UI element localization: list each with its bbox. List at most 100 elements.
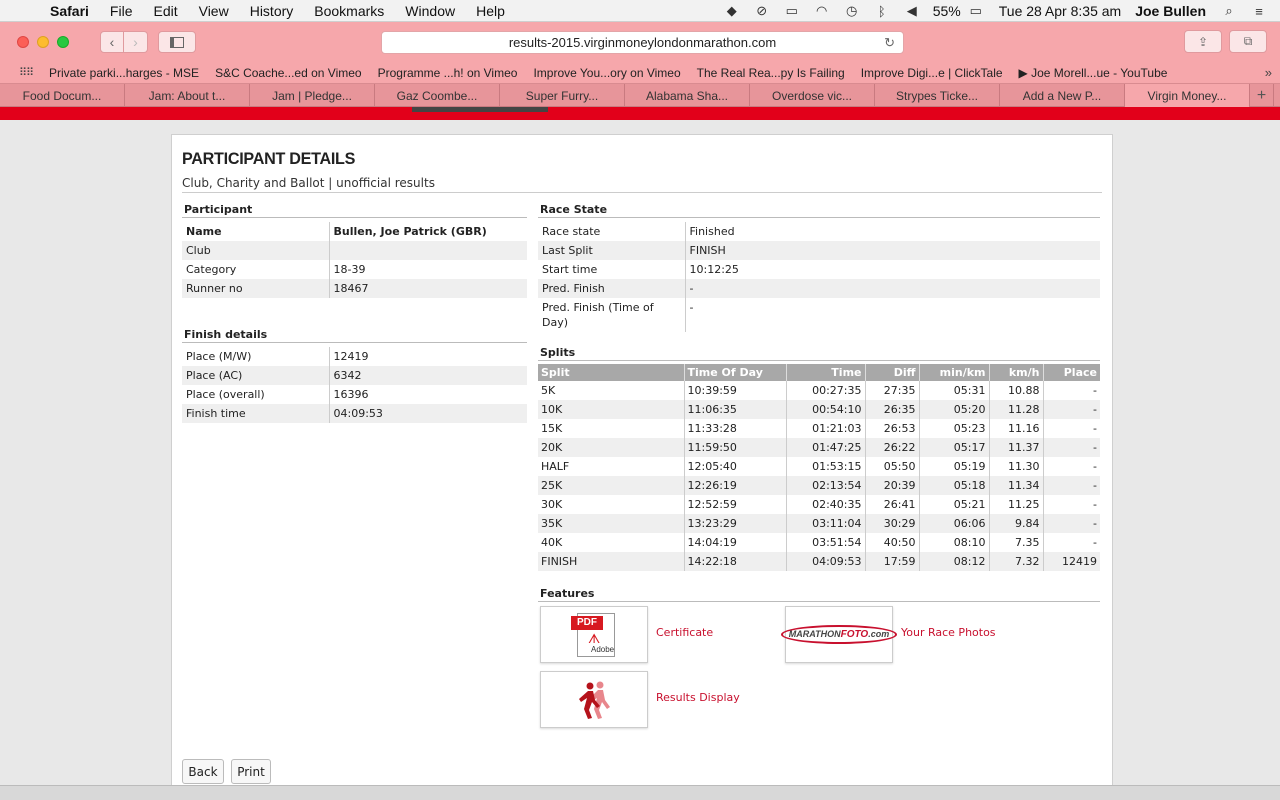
split-cell: 12:26:19 (684, 476, 787, 495)
top-sites-grid-icon[interactable]: ⠿⠿ (19, 66, 35, 79)
menu-edit[interactable]: Edit (153, 3, 177, 19)
menu-app[interactable]: Safari (50, 3, 89, 19)
menu-history[interactable]: History (250, 3, 294, 19)
user-name[interactable]: Joe Bullen (1135, 3, 1206, 19)
column-header[interactable]: Time (786, 364, 866, 381)
sidebar-toggle-button[interactable] (158, 31, 196, 53)
field-value: 16396 (333, 388, 369, 401)
split-cell: 11.16 (989, 419, 1044, 438)
share-button[interactable]: ⇪ (1184, 30, 1222, 53)
race-photos-thumbnail[interactable]: MARATHONFOTO.com (780, 606, 898, 663)
tab-bar: Food Docum... Jam: About t... Jam | Pled… (0, 84, 1280, 107)
participant-card: PARTICIPANT DETAILS Club, Charity and Ba… (171, 134, 1113, 794)
browser-tab[interactable]: Jam: About t... (125, 84, 250, 107)
bookmark-item[interactable]: S&C Coache...ed on Vimeo (215, 66, 362, 80)
results-display-link[interactable]: Results Display (656, 691, 740, 704)
certificate-thumbnail[interactable]: PDF ᗑ Adobe (540, 606, 648, 663)
browser-tab[interactable]: Alabama Sha... (625, 84, 750, 107)
volume-icon[interactable]: ◀ (903, 3, 921, 19)
tab-overview-button[interactable]: ⧉ (1229, 30, 1267, 53)
field-value: 10:12:25 (689, 263, 739, 276)
back-button[interactable]: Back (182, 759, 224, 784)
menu-help[interactable]: Help (476, 3, 505, 19)
results-display-thumbnail[interactable] (540, 671, 648, 728)
battery-percent[interactable]: 55% (933, 3, 961, 19)
bookmark-item[interactable]: The Real Rea...py Is Failing (697, 66, 845, 80)
page-subtitle: Club, Charity and Ballot | unofficial re… (182, 176, 435, 190)
browser-tab[interactable]: Jam | Pledge... (250, 84, 375, 107)
chevron-right-icon: › (133, 34, 138, 50)
table-row: Club (182, 241, 527, 260)
split-row: 35K 13:23:29 03:11:04 30:29 06:06 9.84- (538, 514, 1100, 533)
chevron-left-icon: ‹ (109, 34, 115, 50)
bookmark-item[interactable]: Improve Digi...e | ClickTale (861, 66, 1003, 80)
bookmarks-bar: ⠿⠿ Private parki...harges - MSE S&C Coac… (0, 62, 1280, 84)
split-cell: 01:53:15 (786, 457, 866, 476)
menu-window[interactable]: Window (405, 3, 455, 19)
browser-tab[interactable]: Add a New P... (1000, 84, 1125, 107)
browser-tab[interactable]: Gaz Coombe... (375, 84, 500, 107)
split-cell: HALF (538, 457, 685, 476)
column-header[interactable]: km/h (989, 364, 1044, 381)
sidebar-icon (170, 36, 184, 48)
minimize-window-button[interactable] (37, 36, 49, 48)
time-machine-icon[interactable]: ◷ (843, 3, 861, 19)
split-cell: 40:50 (865, 533, 920, 552)
bluetooth-icon[interactable]: ᛒ (873, 3, 891, 19)
field-label: Race state (538, 222, 686, 241)
clock[interactable]: Tue 28 Apr 8:35 am (999, 3, 1121, 19)
share-icon: ⇪ (1197, 34, 1209, 49)
split-cell: 20:39 (865, 476, 920, 495)
column-header[interactable]: Place (1043, 364, 1100, 381)
field-value: Bullen, Joe Patrick (GBR) (333, 225, 487, 238)
certificate-link[interactable]: Certificate (656, 626, 713, 639)
split-row: 5K 10:39:59 00:27:35 27:35 05:31 10.88 - (538, 381, 1100, 400)
menu-bookmarks[interactable]: Bookmarks (314, 3, 384, 19)
bookmark-item[interactable]: Private parki...harges - MSE (49, 66, 199, 80)
split-cell: 04:09:53 (786, 552, 866, 571)
back-nav-button[interactable]: ‹ (100, 31, 124, 53)
reload-icon[interactable]: ↻ (884, 35, 895, 51)
split-cell: 7.35 (989, 533, 1044, 552)
split-cell: 30K (538, 495, 685, 514)
zoom-window-button[interactable] (57, 36, 69, 48)
browser-tab-active[interactable]: Virgin Money... (1125, 84, 1250, 107)
browser-tab[interactable]: Food Docum... (0, 84, 125, 107)
spotlight-search-icon[interactable]: ⌕ (1220, 3, 1238, 19)
print-button[interactable]: Print (231, 759, 271, 784)
column-header[interactable]: Time Of Day (684, 364, 787, 381)
address-bar[interactable]: results-2015.virginmoneylondonmarathon.c… (381, 31, 904, 54)
menu-file[interactable]: File (110, 3, 133, 19)
forward-nav-button[interactable]: › (124, 31, 148, 53)
close-window-button[interactable] (17, 36, 29, 48)
field-value: 04:09:53 (329, 404, 527, 423)
column-header[interactable]: Split (538, 364, 685, 381)
bookmark-item[interactable]: ▶ Joe Morell...ue - YouTube (1019, 66, 1168, 80)
split-cell: 05:17 (919, 438, 990, 457)
menu-view[interactable]: View (199, 3, 229, 19)
column-header[interactable]: min/km (919, 364, 990, 381)
wifi-icon[interactable]: ◠ (813, 3, 831, 19)
page-content: PARTICIPANT DETAILS Club, Charity and Ba… (0, 120, 1280, 794)
split-cell: 08:10 (919, 533, 990, 552)
do-not-disturb-icon[interactable]: ⊘ (753, 3, 771, 19)
browser-tab[interactable]: Overdose vic... (750, 84, 875, 107)
split-cell: 11:59:50 (684, 438, 787, 457)
split-cell: 11.25 (989, 495, 1044, 514)
bookmark-item[interactable]: Improve You...ory on Vimeo (533, 66, 680, 80)
split-cell: 02:40:35 (786, 495, 866, 514)
new-tab-button[interactable]: + (1250, 84, 1274, 107)
notification-center-icon[interactable]: ≡ (1250, 3, 1268, 19)
more-bookmarks-icon[interactable]: » (1265, 65, 1272, 80)
section-heading: Race State (538, 203, 1100, 218)
column-header[interactable]: Diff (865, 364, 920, 381)
battery-icon[interactable]: ▭ (965, 3, 987, 19)
browser-tab[interactable]: Super Furry... (500, 84, 625, 107)
split-cell: 05:19 (919, 457, 990, 476)
race-photos-link[interactable]: Your Race Photos (901, 626, 996, 639)
split-cell: 11:06:35 (684, 400, 787, 419)
airplay-icon[interactable]: ▭ (783, 3, 801, 19)
dropbox-icon[interactable]: ◆ (723, 3, 741, 19)
bookmark-item[interactable]: Programme ...h! on Vimeo (378, 66, 518, 80)
browser-tab[interactable]: Strypes Ticke... (875, 84, 1000, 107)
